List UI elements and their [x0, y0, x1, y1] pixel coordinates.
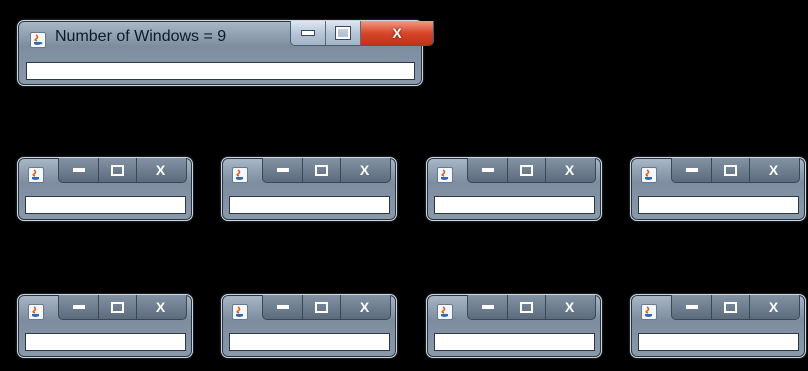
caption-buttons: X — [58, 158, 187, 183]
small-window[interactable]: X — [17, 157, 193, 221]
minimize-icon — [685, 168, 698, 172]
text-field[interactable] — [25, 333, 186, 351]
caption-buttons: X — [671, 295, 800, 320]
minimize-icon — [481, 168, 494, 172]
java-icon — [437, 304, 453, 320]
minimize-button[interactable] — [263, 158, 303, 182]
main-window[interactable]: Number of Windows = 9 X — [17, 20, 434, 86]
close-button[interactable]: X — [750, 295, 797, 319]
minimize-icon — [685, 305, 698, 309]
close-icon: X — [359, 162, 370, 178]
maximize-button[interactable] — [508, 295, 546, 319]
small-window[interactable]: X — [221, 294, 397, 358]
minimize-button[interactable] — [59, 158, 99, 182]
maximize-icon — [111, 164, 124, 176]
close-button[interactable]: X — [137, 158, 184, 182]
close-icon: X — [564, 162, 575, 178]
maximize-button[interactable] — [303, 158, 341, 182]
java-icon — [30, 32, 46, 48]
small-window[interactable]: X — [221, 157, 397, 221]
maximize-icon — [111, 301, 124, 313]
caption-buttons: X — [467, 295, 596, 320]
java-icon — [28, 304, 44, 320]
maximize-button[interactable] — [508, 158, 546, 182]
minimize-icon — [72, 305, 85, 309]
close-icon: X — [768, 162, 779, 178]
maximize-icon — [724, 164, 737, 176]
minimize-icon — [301, 30, 315, 36]
maximize-button[interactable] — [712, 158, 750, 182]
close-button[interactable]: X — [341, 295, 388, 319]
close-button[interactable]: X — [546, 295, 593, 319]
close-button[interactable]: X — [341, 158, 388, 182]
java-icon — [437, 167, 453, 183]
caption-buttons: X — [262, 158, 391, 183]
minimize-button[interactable] — [672, 158, 712, 182]
maximize-icon — [724, 301, 737, 313]
text-field[interactable] — [25, 196, 186, 214]
java-icon — [28, 167, 44, 183]
close-icon: X — [392, 25, 402, 41]
caption-buttons: X — [290, 21, 434, 46]
maximize-icon — [315, 301, 328, 313]
minimize-icon — [276, 305, 289, 309]
caption-buttons: X — [467, 158, 596, 183]
maximize-icon — [520, 301, 533, 313]
caption-buttons: X — [262, 295, 391, 320]
minimize-icon — [481, 305, 494, 309]
close-icon: X — [564, 299, 575, 315]
small-window[interactable]: X — [426, 157, 602, 221]
minimize-button[interactable] — [468, 295, 508, 319]
java-icon — [641, 167, 657, 183]
minimize-button[interactable] — [59, 295, 99, 319]
text-field[interactable] — [638, 333, 799, 351]
close-button[interactable]: X — [137, 295, 184, 319]
java-icon — [232, 304, 248, 320]
java-icon — [641, 304, 657, 320]
maximize-icon — [335, 26, 351, 40]
java-icon — [232, 167, 248, 183]
caption-buttons: X — [671, 158, 800, 183]
caption-buttons: X — [58, 295, 187, 320]
text-field[interactable] — [229, 196, 390, 214]
maximize-button[interactable] — [326, 21, 361, 45]
close-icon: X — [155, 162, 166, 178]
maximize-button[interactable] — [99, 295, 137, 319]
maximize-button[interactable] — [303, 295, 341, 319]
text-field[interactable] — [229, 333, 390, 351]
minimize-icon — [276, 168, 289, 172]
text-field[interactable] — [638, 196, 799, 214]
maximize-button[interactable] — [712, 295, 750, 319]
close-button[interactable]: X — [546, 158, 593, 182]
maximize-icon — [520, 164, 533, 176]
minimize-button[interactable] — [672, 295, 712, 319]
maximize-button[interactable] — [99, 158, 137, 182]
minimize-button[interactable] — [291, 21, 326, 45]
close-button[interactable]: X — [361, 21, 433, 45]
window-title: Number of Windows = 9 — [55, 28, 227, 45]
text-field[interactable] — [434, 196, 595, 214]
close-icon: X — [155, 299, 166, 315]
minimize-button[interactable] — [468, 158, 508, 182]
text-field[interactable] — [26, 62, 415, 80]
small-window[interactable]: X — [17, 294, 193, 358]
close-icon: X — [768, 299, 779, 315]
close-icon: X — [359, 299, 370, 315]
maximize-icon — [315, 164, 328, 176]
small-window[interactable]: X — [426, 294, 602, 358]
close-button[interactable]: X — [750, 158, 797, 182]
minimize-icon — [72, 168, 85, 172]
minimize-button[interactable] — [263, 295, 303, 319]
small-window[interactable]: X — [630, 294, 806, 358]
small-window[interactable]: X — [630, 157, 806, 221]
text-field[interactable] — [434, 333, 595, 351]
